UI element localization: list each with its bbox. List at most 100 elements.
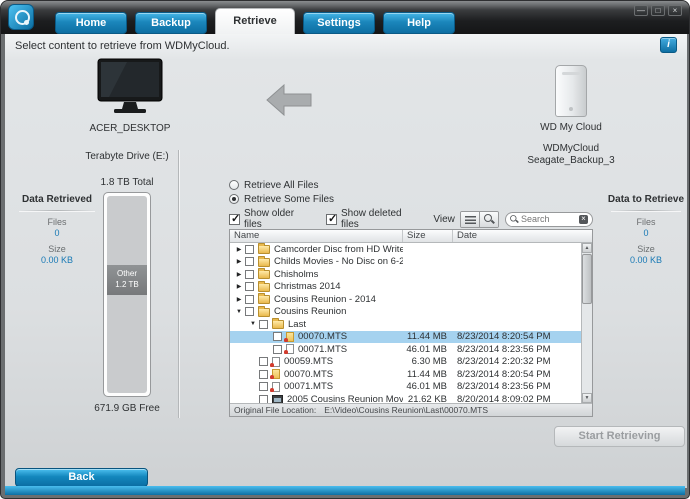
table-row[interactable]: 00070.MTS 11.44 MB 8/23/2014 8:20:54 PM: [230, 330, 581, 343]
row-checkbox[interactable]: [273, 332, 282, 342]
search-input[interactable]: [521, 214, 579, 224]
file-date: 8/23/2014 8:23:56 PM: [457, 343, 551, 355]
file-name: 00071.MTS: [284, 381, 334, 393]
file-size: 11.44 MB: [407, 331, 447, 343]
back-button[interactable]: Back: [15, 468, 148, 487]
file-name: 00070.MTS: [284, 368, 334, 380]
show-deleted-checkbox[interactable]: [326, 212, 337, 225]
file-size: 46.01 MB: [406, 381, 447, 393]
row-checkbox[interactable]: [259, 369, 268, 379]
app-window: Home Backup Retrieve Settings Help — □ ×…: [0, 0, 690, 499]
table-row[interactable]: ▼ Cousins Reunion: [230, 305, 581, 319]
source-computer: ACER_DESKTOP: [60, 58, 200, 134]
clear-search-icon[interactable]: ×: [579, 214, 588, 224]
tab-backup[interactable]: Backup: [135, 12, 207, 34]
chevron-down-icon[interactable]: ▼: [233, 309, 245, 315]
chevron-right-icon[interactable]: ▶: [233, 283, 245, 290]
start-retrieving-button[interactable]: Start Retrieving: [554, 426, 685, 447]
column-size[interactable]: Size: [403, 230, 453, 242]
file-name: Camcorder Disc from HD Writer: [274, 243, 403, 255]
scroll-up-icon[interactable]: ▲: [582, 243, 592, 253]
folder-icon: [258, 305, 270, 317]
info-icon[interactable]: i: [660, 37, 677, 53]
retrieve-some-option[interactable]: Retrieve Some Files: [229, 192, 334, 206]
folder-icon: [258, 293, 270, 305]
scrollbar-thumb[interactable]: [582, 254, 592, 304]
row-checkbox[interactable]: [245, 244, 254, 254]
status-bar: Original File Location: E:\Video\Cousins…: [230, 403, 592, 416]
maximize-icon[interactable]: □: [651, 5, 665, 16]
minimize-icon[interactable]: —: [634, 5, 648, 16]
row-checkbox[interactable]: [245, 294, 254, 304]
table-row[interactable]: 2005 Cousins Reunion Movie.a 21.62 KB 8/20…: [230, 393, 581, 403]
divider: [611, 210, 681, 211]
data-to-retrieve-title: Data to Retrieve: [607, 194, 685, 205]
tab-home[interactable]: Home: [55, 12, 127, 34]
row-checkbox[interactable]: [245, 307, 254, 317]
row-checkbox[interactable]: [259, 319, 268, 329]
row-checkbox[interactable]: [259, 394, 268, 403]
data-retrieved-title: Data Retrieved: [21, 194, 93, 205]
file-media-icon: [284, 331, 294, 342]
column-name[interactable]: Name: [230, 230, 403, 242]
row-checkbox[interactable]: [273, 344, 282, 354]
chevron-right-icon[interactable]: ▶: [233, 296, 245, 303]
column-date[interactable]: Date: [453, 230, 592, 242]
show-deleted-label: Show deleted files: [341, 208, 402, 230]
retrieve-some-radio[interactable]: [229, 194, 239, 204]
row-checkbox[interactable]: [245, 282, 254, 292]
file-date: 8/23/2014 8:20:54 PM: [457, 368, 551, 380]
table-row[interactable]: ▶ Childs Movies - No Disc on 6-23-1: [230, 255, 581, 269]
drive-other-segment: Other 1.2 TB: [107, 265, 147, 295]
scroll-down-icon[interactable]: ▼: [582, 393, 592, 403]
retrieve-all-option[interactable]: Retrieve All Files: [229, 178, 334, 192]
row-checkbox[interactable]: [245, 269, 254, 279]
file-table-body: ▶ Camcorder Disc from HD Writer ▶ Childs Mo…: [230, 243, 581, 403]
drive-total: 1.8 TB Total: [100, 177, 154, 188]
computer-name: ACER_DESKTOP: [89, 123, 171, 134]
chevron-down-icon[interactable]: ▼: [247, 321, 259, 327]
retrieve-all-radio[interactable]: [229, 180, 239, 190]
table-row[interactable]: ▶ Camcorder Disc from HD Writer: [230, 243, 581, 256]
tab-help[interactable]: Help: [383, 12, 455, 34]
tab-retrieve[interactable]: Retrieve: [215, 8, 295, 34]
table-row[interactable]: ▶ Christmas 2014: [230, 280, 581, 294]
table-row[interactable]: 00059.MTS 6.30 MB 8/23/2014 2:20:32 PM: [230, 356, 581, 369]
search-view-icon[interactable]: [479, 211, 498, 227]
show-older-checkbox[interactable]: [229, 212, 240, 225]
drive-segment-size: 1.2 TB: [115, 279, 139, 289]
file-size: 6.30 MB: [411, 356, 447, 368]
titlebar: Home Backup Retrieve Settings Help — □ ×: [1, 1, 689, 34]
chevron-right-icon[interactable]: ▶: [233, 246, 245, 253]
vertical-divider: [178, 150, 179, 418]
file-date: 8/23/2014 2:20:32 PM: [457, 356, 551, 368]
table-row[interactable]: ▼ Last: [230, 318, 581, 331]
table-row[interactable]: 00071.MTS 46.01 MB 8/23/2014 8:23:56 PM: [230, 381, 581, 394]
size-label: Size: [637, 244, 655, 254]
search-box[interactable]: ×: [505, 211, 593, 227]
destination-device: WD My Cloud WDMyCloud Seagate_Backup_3: [495, 65, 647, 166]
filter-options-row: Show older files Show deleted files View…: [229, 208, 593, 230]
row-checkbox[interactable]: [259, 382, 268, 392]
tab-settings[interactable]: Settings: [303, 12, 375, 34]
list-view-icon[interactable]: [460, 211, 480, 227]
folder-icon: [258, 255, 270, 267]
table-row[interactable]: ▶ Cousins Reunion - 2014: [230, 293, 581, 306]
view-toggle: [459, 210, 499, 228]
computer-icon: [97, 58, 163, 113]
table-row[interactable]: 00071.MTS 46.01 MB 8/23/2014 8:23:56 PM: [230, 343, 581, 356]
row-checkbox[interactable]: [259, 357, 268, 367]
row-checkbox[interactable]: [245, 257, 254, 267]
close-icon[interactable]: ×: [668, 5, 682, 16]
file-size: 11.44 MB: [407, 368, 447, 380]
chevron-right-icon[interactable]: ▶: [233, 258, 245, 265]
vertical-scrollbar[interactable]: ▲ ▼: [581, 243, 592, 403]
window-controls: — □ ×: [634, 5, 682, 16]
chevron-right-icon[interactable]: ▶: [233, 271, 245, 278]
file-name: Cousins Reunion: [274, 306, 347, 318]
table-row[interactable]: ▶ Chisholms: [230, 268, 581, 281]
divider: [19, 210, 95, 211]
file-name: 00070.MTS: [298, 331, 348, 343]
table-row[interactable]: 00070.MTS 11.44 MB 8/23/2014 8:20:54 PM: [230, 368, 581, 381]
film-icon: [272, 394, 283, 403]
